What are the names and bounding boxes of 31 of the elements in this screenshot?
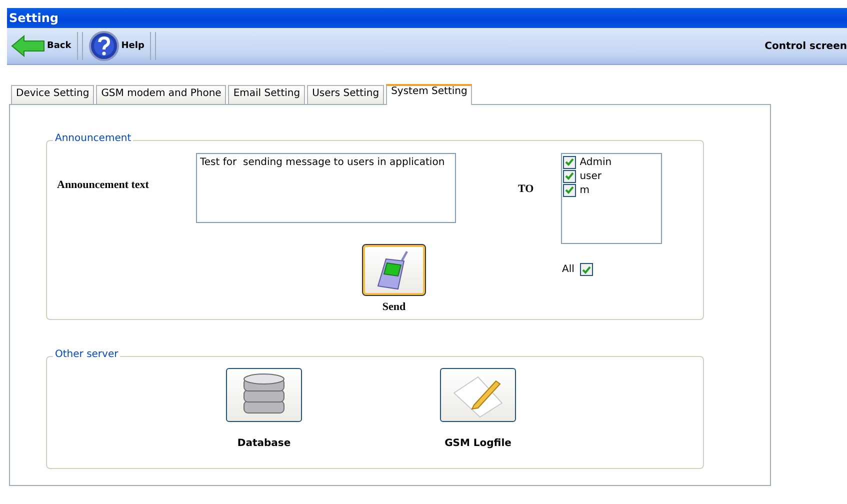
tab[interactable]: GSM modem and Phone bbox=[96, 85, 226, 104]
button-label: GSM Logfile bbox=[444, 438, 512, 449]
field-label: Announcement text bbox=[57, 179, 150, 191]
announcement-field[interactable]: Test for sending message to users in application bbox=[196, 153, 456, 223]
send-label: Send bbox=[382, 301, 406, 313]
checkbox[interactable] bbox=[562, 156, 576, 168]
group-legend: Announcement bbox=[53, 133, 134, 144]
back-arrow-icon bbox=[11, 35, 45, 57]
back-button[interactable]: Back bbox=[7, 30, 76, 62]
send-button[interactable] bbox=[363, 245, 425, 295]
all-label: All bbox=[562, 264, 574, 275]
recipient-list[interactable]: Admin user m bbox=[560, 153, 662, 244]
tab[interactable]: Users Setting bbox=[307, 85, 384, 104]
tab[interactable]: System Setting bbox=[386, 84, 472, 105]
recipient-label: m bbox=[580, 184, 590, 196]
tab[interactable]: Device Setting bbox=[11, 85, 94, 104]
screen-name: Control screen bbox=[764, 40, 847, 52]
logfile-button[interactable] bbox=[440, 368, 516, 422]
database-button[interactable] bbox=[226, 368, 302, 422]
window-title: Setting bbox=[7, 8, 847, 28]
recipient-label: user bbox=[580, 170, 602, 182]
help-icon bbox=[89, 31, 120, 61]
field-label: TO bbox=[518, 183, 534, 195]
recipient-label: Admin bbox=[580, 156, 612, 168]
button-label: Database bbox=[237, 438, 291, 449]
checkbox[interactable] bbox=[562, 170, 576, 182]
group-legend: Other server bbox=[53, 349, 120, 360]
checkbox[interactable] bbox=[580, 263, 594, 276]
tab[interactable]: Email Setting bbox=[228, 85, 306, 104]
help-button[interactable]: Help bbox=[85, 30, 148, 62]
checkbox[interactable] bbox=[562, 184, 576, 196]
